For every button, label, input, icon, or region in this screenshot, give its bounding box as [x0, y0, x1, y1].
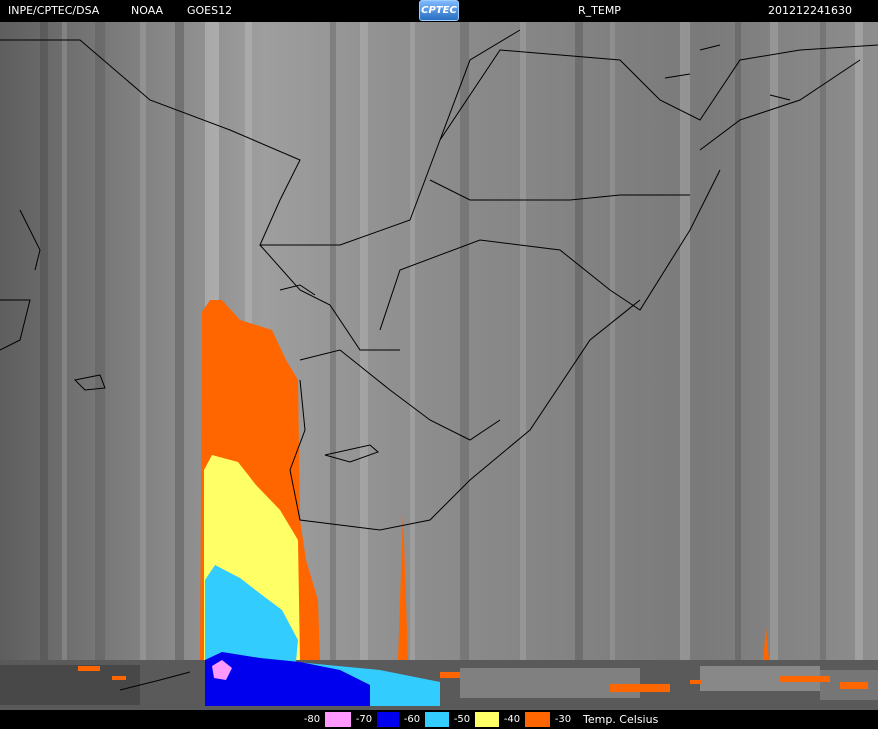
temperature-legend: -80 -70 -60 -50 -40 -30 Temp. Celsius [0, 710, 878, 729]
legend-label-m40: -40 [499, 712, 525, 727]
satellite-image [0, 22, 878, 710]
legend-label-m70: -70 [351, 712, 377, 727]
legend-label-m30: -30 [550, 712, 576, 727]
legend-label-m50: -50 [449, 712, 475, 727]
image-background [0, 22, 878, 710]
cptec-logo: CPTEC [419, 0, 459, 21]
agency-label: INPE/CPTEC/DSA [8, 4, 100, 17]
satellite-label: GOES12 [187, 4, 233, 17]
legend-swatch-m70 [325, 712, 351, 727]
header-bar: INPE/CPTEC/DSA NOAA GOES12 CPTEC R_TEMP … [0, 0, 878, 22]
legend-swatch-m50 [425, 712, 451, 727]
timestamp-label: 201212241630 [768, 4, 852, 17]
legend-unit: Temp. Celsius [583, 713, 659, 726]
legend-swatch-m30 [525, 712, 551, 727]
legend-label-m60: -60 [399, 712, 425, 727]
legend-label-m80: -80 [299, 712, 325, 727]
product-label: R_TEMP [578, 4, 621, 17]
legend-swatch-m40 [475, 712, 501, 727]
noaa-label: NOAA [131, 4, 164, 17]
